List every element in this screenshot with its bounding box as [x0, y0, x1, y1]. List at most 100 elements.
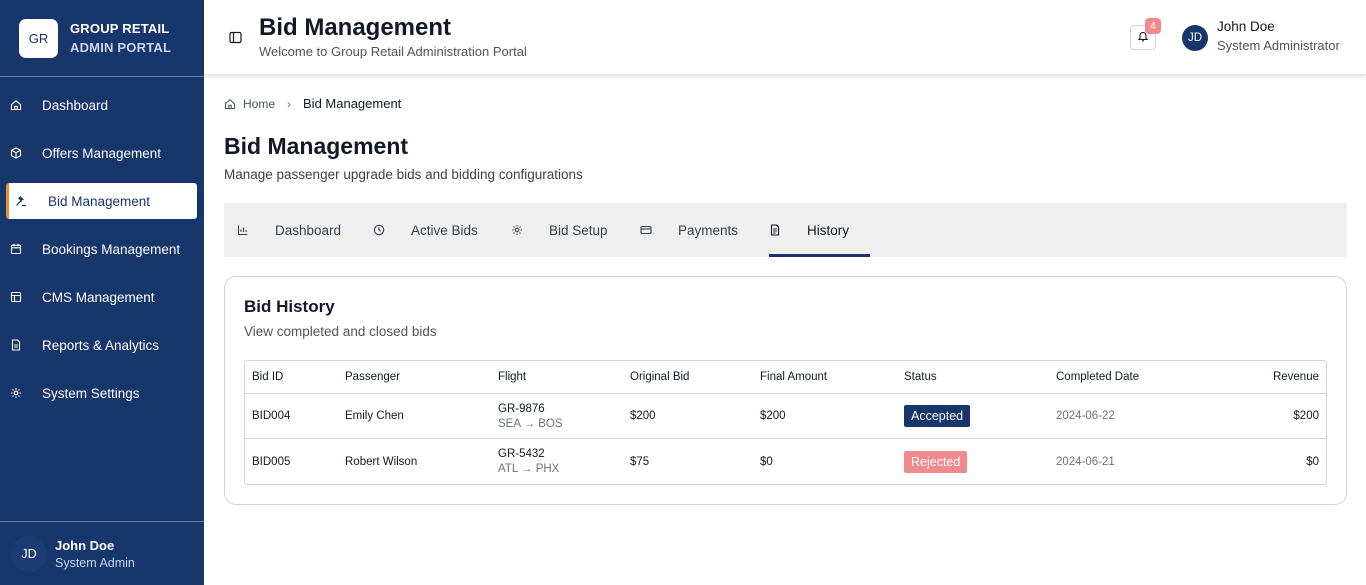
sidebar-nav: Dashboard Offers Management Bid Manageme…: [0, 87, 204, 423]
sidebar-item-settings[interactable]: System Settings: [0, 375, 204, 411]
sidebar-user-role: System Admin: [55, 555, 135, 570]
breadcrumb-current: Bid Management: [303, 96, 402, 111]
sidebar-item-label: Reports & Analytics: [42, 337, 160, 353]
sidebar-item-label: Bookings Management: [42, 241, 181, 257]
bid-id-cell: BID005: [252, 455, 291, 468]
sidebar-item-label: Offers Management: [42, 145, 162, 161]
page-subtitle: Manage passenger upgrade bids and biddin…: [224, 167, 583, 182]
sidebar-item-bid-management[interactable]: Bid Management: [6, 183, 197, 219]
tab-label: Active Bids: [411, 222, 478, 238]
flight-number: GR-9876: [498, 402, 545, 415]
page-title: Bid Management: [224, 133, 409, 159]
bar-chart-icon: [237, 224, 249, 236]
tab-label: History: [807, 222, 850, 238]
completed-date-cell: 2024-06-22: [1056, 410, 1115, 422]
table-header-row: Bid ID Passenger Flight Original Bid Fin…: [245, 361, 1326, 394]
package-icon: [10, 147, 22, 159]
tab-bid-setup[interactable]: Bid Setup: [511, 203, 608, 257]
sidebar-item-cms[interactable]: CMS Management: [0, 279, 204, 315]
table-row[interactable]: BID005 Robert Wilson GR-5432 ATL → PHX $…: [245, 439, 1326, 484]
breadcrumb-home[interactable]: Home: [243, 97, 275, 111]
avatar: JD: [11, 535, 47, 572]
flight-number: GR-5432: [498, 448, 545, 460]
tab-bar: Dashboard Active Bids Bid Setup Payments…: [224, 203, 1347, 257]
bid-history-table: Bid ID Passenger Flight Original Bid Fin…: [244, 360, 1327, 485]
card-title: Bid History: [244, 297, 335, 316]
flight-cell: GR-5432 ATL → PHX: [498, 439, 559, 484]
sidebar-item-reports[interactable]: Reports & Analytics: [0, 327, 204, 363]
tab-payments[interactable]: Payments: [640, 203, 738, 257]
tab-label: Payments: [678, 222, 739, 238]
passenger-cell: Emily Chen: [345, 410, 404, 422]
avatar[interactable]: JD: [1182, 25, 1208, 51]
bid-history-card: Bid History View completed and closed bi…: [224, 276, 1347, 505]
flight-route: SEA → BOS: [498, 417, 563, 430]
chevron-right-icon: ›: [287, 96, 292, 111]
gear-icon: [511, 224, 523, 236]
sidebar-item-dashboard[interactable]: Dashboard: [0, 87, 204, 123]
tab-label: Bid Setup: [549, 222, 608, 238]
sidebar: GR GROUP RETAIL ADMIN PORTAL Dashboard O…: [0, 0, 204, 585]
tab-dashboard[interactable]: Dashboard: [237, 203, 341, 257]
column-header: Final Amount: [760, 371, 828, 383]
tab-history[interactable]: History: [769, 203, 849, 257]
sidebar-user-name: John Doe: [55, 537, 115, 553]
header-user-name: John Doe: [1217, 19, 1275, 34]
column-header: Completed Date: [1056, 371, 1140, 383]
column-header: Original Bid: [630, 371, 690, 383]
column-header: Passenger: [345, 371, 400, 383]
sidebar-item-offers[interactable]: Offers Management: [0, 135, 204, 171]
final-amount-cell: $0: [760, 455, 773, 468]
column-header: Revenue: [1272, 371, 1319, 383]
credit-card-icon: [640, 224, 652, 236]
sidebar-toggle-icon[interactable]: [229, 31, 242, 44]
status-badge: Accepted: [904, 405, 971, 427]
table-row[interactable]: BID004 Emily Chen GR-9876 SEA → BOS $200…: [245, 394, 1326, 439]
sidebar-user[interactable]: JD John Doe System Admin: [0, 521, 204, 585]
flight-cell: GR-9876 SEA → BOS: [498, 394, 563, 438]
home-icon: [224, 98, 236, 110]
clock-icon: [373, 224, 385, 236]
revenue-cell: $200: [1293, 410, 1319, 422]
brand-logo: GR: [19, 18, 58, 58]
sidebar-item-label: CMS Management: [42, 289, 155, 305]
active-tab-indicator: [769, 254, 870, 257]
breadcrumb: Home › Bid Management: [224, 96, 401, 111]
sidebar-item-label: System Settings: [42, 385, 140, 401]
gavel-icon: [15, 195, 27, 207]
original-bid-cell: $75: [630, 455, 650, 468]
revenue-cell: $0: [1306, 455, 1319, 468]
status-cell: Rejected: [904, 439, 968, 484]
header-user-role: System Administrator: [1217, 38, 1340, 53]
top-header: Bid Management Welcome to Group Retail A…: [204, 0, 1366, 75]
column-header: Status: [904, 371, 937, 383]
final-amount-cell: $200: [760, 410, 786, 422]
card-subtitle: View completed and closed bids: [244, 324, 437, 339]
column-header: Bid ID: [252, 371, 284, 383]
header-subtitle: Welcome to Group Retail Administration P…: [259, 44, 527, 59]
sidebar-user-info: John Doe System Admin: [55, 538, 135, 570]
column-header: Flight: [498, 371, 527, 383]
brand: GR GROUP RETAIL ADMIN PORTAL: [0, 0, 204, 77]
header-user[interactable]: John Doe System Administrator: [1217, 19, 1340, 53]
flight-route: ATL → PHX: [498, 463, 560, 475]
notification-badge: 4: [1145, 18, 1161, 34]
gear-icon: [10, 387, 22, 399]
sidebar-item-label: Dashboard: [42, 97, 109, 113]
status-cell: Accepted: [904, 394, 971, 438]
calendar-icon: [10, 243, 22, 255]
sidebar-item-label: Bid Management: [48, 193, 151, 209]
tab-label: Dashboard: [275, 222, 342, 238]
document-icon: [769, 224, 781, 236]
sidebar-item-bookings[interactable]: Bookings Management: [0, 231, 204, 267]
brand-line2: ADMIN PORTAL: [70, 40, 172, 55]
brand-line1: GROUP RETAIL: [70, 21, 170, 36]
original-bid-cell: $200: [630, 410, 656, 422]
tab-active-bids[interactable]: Active Bids: [373, 203, 478, 257]
status-badge: Rejected: [904, 450, 968, 473]
layout-icon: [10, 291, 22, 303]
passenger-cell: Robert Wilson: [345, 455, 418, 468]
home-icon: [10, 99, 22, 111]
completed-date-cell: 2024-06-21: [1056, 455, 1115, 468]
header-title: Bid Management: [259, 14, 452, 41]
